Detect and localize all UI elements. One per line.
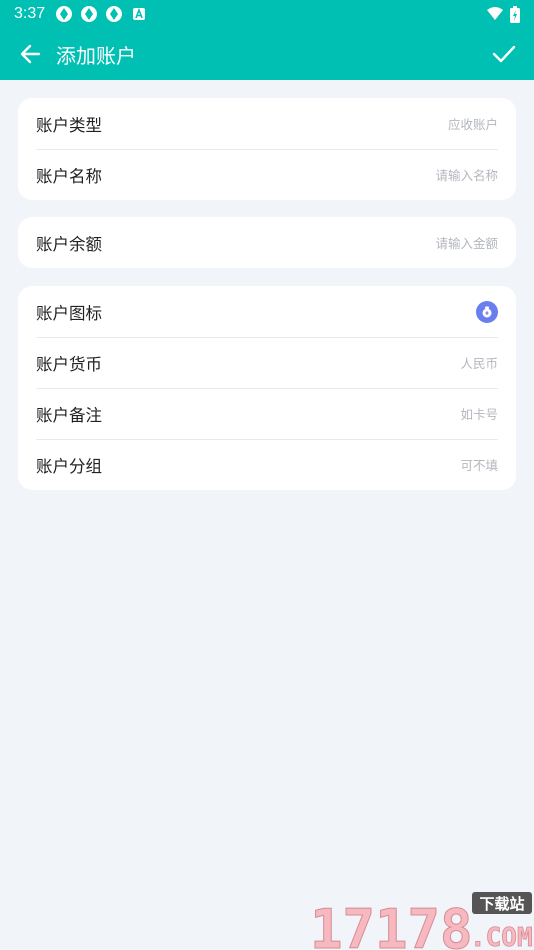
account-type-value: 应收账户 (447, 117, 498, 132)
money-bag-icon[interactable] (476, 300, 498, 323)
confirm-button[interactable] (474, 28, 534, 80)
account-name-row[interactable]: 账户名称 请输入名称 (18, 149, 516, 200)
watermark-suffix: .COM (470, 923, 533, 950)
account-group-input[interactable]: 可不填 (460, 455, 498, 474)
account-group-label: 账户分组 (36, 456, 102, 476)
account-extra-card: 账户图标 账户货币 人民币 账户备注 如卡号 账户分组 可不填 (18, 286, 516, 490)
account-basic-card: 账户类型 应收账户 账户名称 请输入名称 (18, 98, 516, 200)
account-type-label: 账户类型 (36, 115, 102, 135)
toolbar: 添加账户 (0, 28, 534, 80)
watermark-logo: 17178 下载站 .COM (310, 888, 534, 950)
wifi-icon (487, 7, 503, 20)
arrow-left-icon (20, 44, 41, 64)
account-balance-row[interactable]: 账户余额 请输入金额 (18, 217, 516, 268)
back-button[interactable] (0, 28, 60, 80)
account-currency-row[interactable]: 账户货币 人民币 (18, 337, 516, 388)
check-icon (492, 45, 516, 63)
account-currency-label: 账户货币 (36, 354, 102, 374)
account-type-row[interactable]: 账户类型 应收账户 (18, 98, 516, 149)
app-notification-icon (81, 6, 98, 22)
account-icon-label: 账户图标 (36, 303, 102, 323)
page-title: 添加账户 (56, 43, 136, 68)
account-currency-value: 人民币 (460, 356, 498, 371)
account-balance-input[interactable]: 请输入金额 (435, 233, 498, 252)
account-balance-label: 账户余额 (36, 234, 102, 254)
battery-icon (510, 5, 520, 23)
account-icon-row[interactable]: 账户图标 (18, 286, 516, 337)
account-balance-card: 账户余额 请输入金额 (18, 217, 516, 268)
watermark-number: 17178 (310, 898, 473, 950)
status-time: 3:37 (14, 5, 46, 22)
account-name-label: 账户名称 (36, 166, 102, 186)
account-note-row[interactable]: 账户备注 如卡号 (18, 388, 516, 439)
watermark-badge: 下载站 (479, 895, 524, 913)
app-bar: 3:37 添加账户 (0, 0, 534, 80)
account-name-input[interactable]: 请输入名称 (435, 165, 498, 184)
status-bar: 3:37 (0, 0, 534, 28)
account-note-label: 账户备注 (36, 405, 102, 425)
account-group-row[interactable]: 账户分组 可不填 (18, 439, 516, 490)
app-notification-icon (106, 6, 123, 22)
a-notification-icon (133, 7, 146, 20)
account-note-input[interactable]: 如卡号 (460, 404, 498, 423)
app-notification-icon (56, 6, 73, 22)
